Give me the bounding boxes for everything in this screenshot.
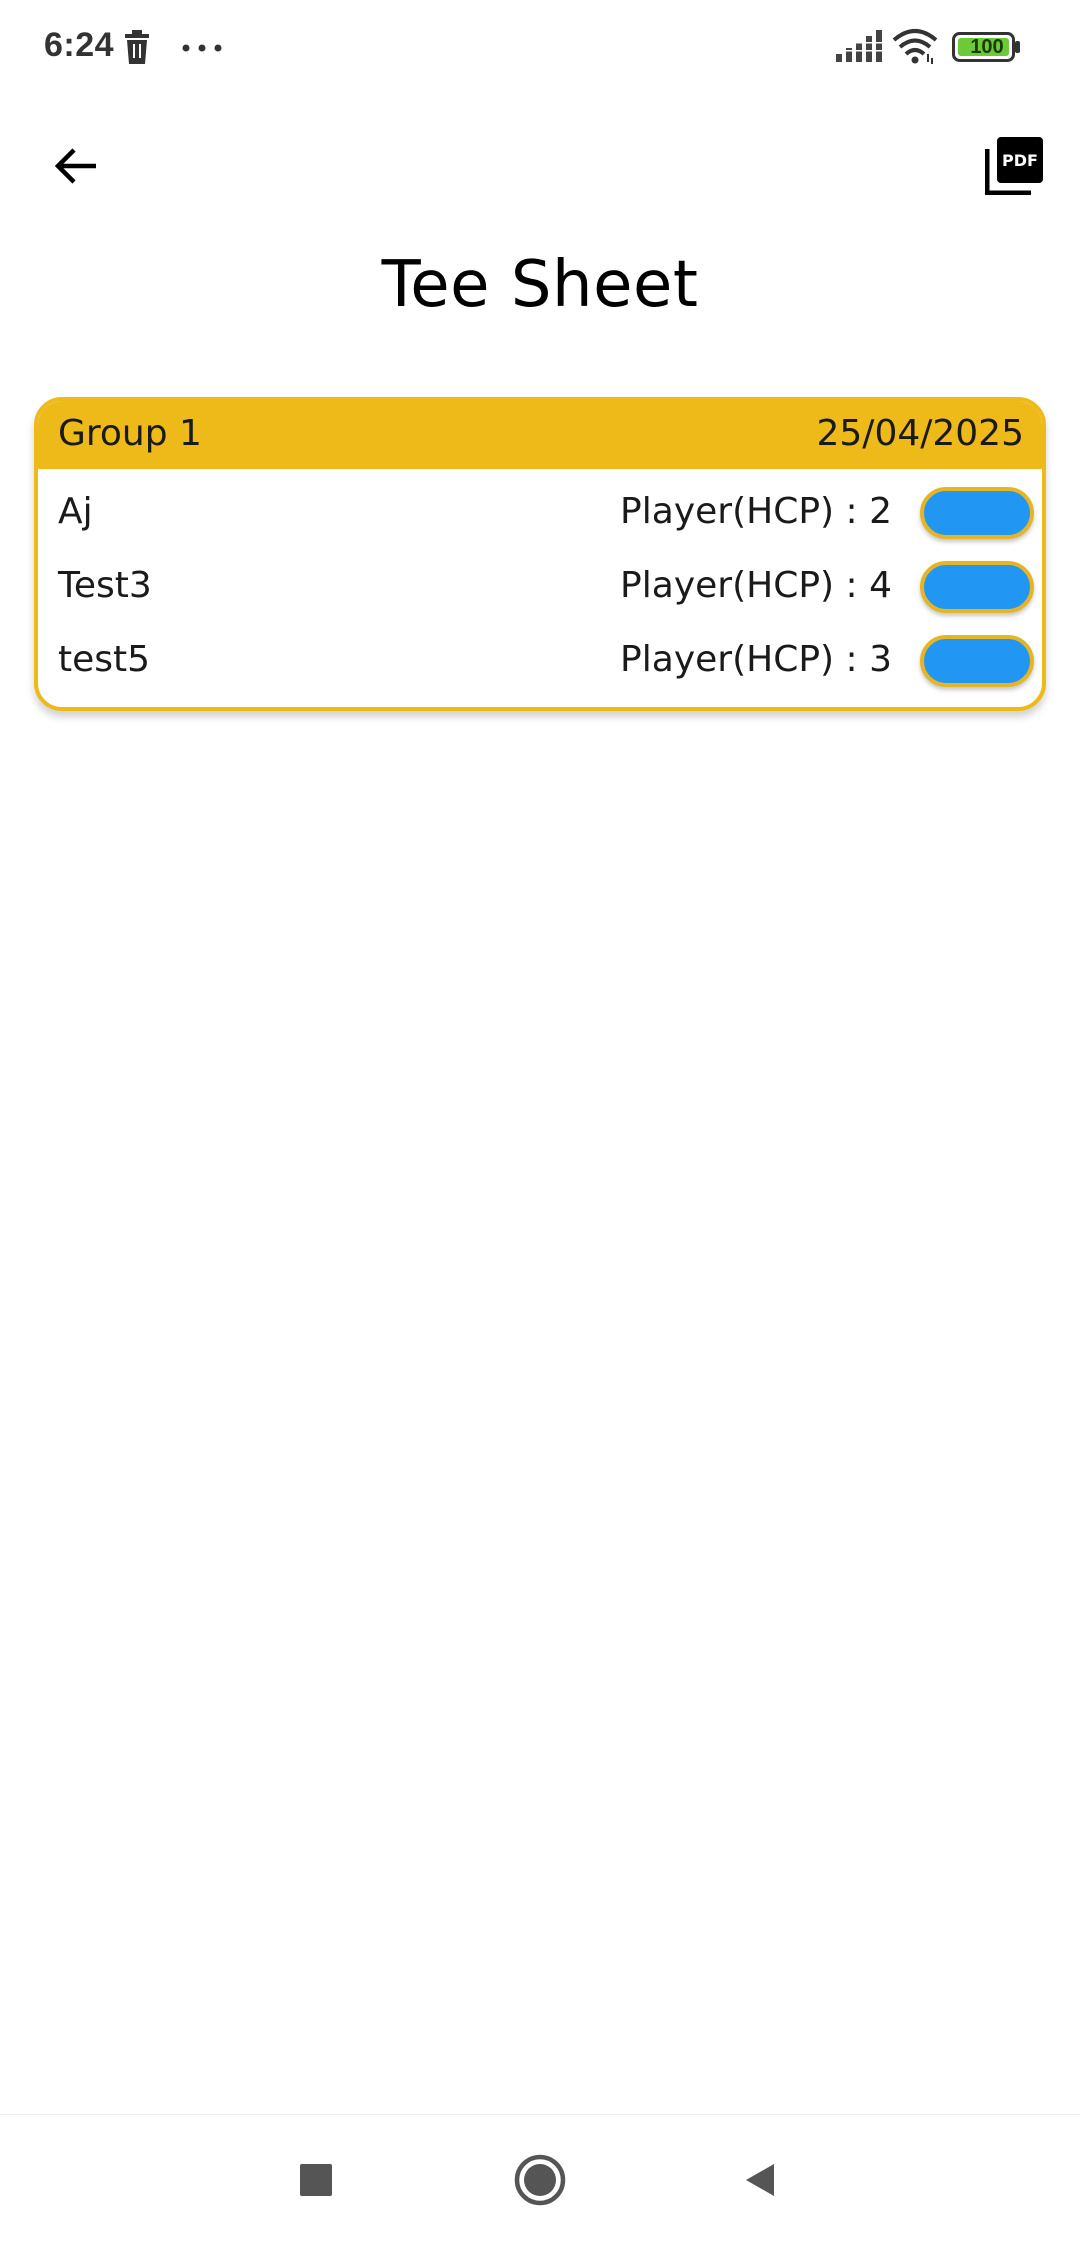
svg-text:PDF: PDF (1002, 151, 1038, 170)
player-row: Aj Player(HCP) : 2 (38, 475, 1042, 549)
player-name: Test3 (58, 565, 152, 606)
wifi-icon (892, 29, 938, 64)
player-hcp: Player(HCP) : 3 (620, 639, 892, 680)
nav-back-button[interactable] (728, 2148, 792, 2212)
home-circle-icon (514, 2154, 566, 2206)
export-pdf-button[interactable]: PDF (978, 130, 1050, 202)
group-name: Group 1 (58, 413, 202, 454)
status-time: 6:24 (44, 26, 115, 64)
player-action-button[interactable] (920, 635, 1034, 687)
player-hcp: Player(HCP) : 4 (620, 565, 892, 606)
arrow-back-icon (54, 148, 96, 184)
more-dots-icon (182, 44, 222, 52)
picture-as-pdf-icon: PDF (985, 137, 1043, 195)
signal-icon (836, 30, 882, 62)
group-header: Group 1 25/04/2025 (38, 401, 1042, 469)
group-card: Group 1 25/04/2025 Aj Player(HCP) : 2 Te… (34, 397, 1046, 711)
group-date: 25/04/2025 (816, 413, 1025, 454)
home-button[interactable] (508, 2148, 572, 2212)
player-hcp: Player(HCP) : 2 (620, 491, 892, 532)
status-bar: 6:24 100 (0, 0, 1080, 96)
trash-icon (125, 30, 149, 64)
player-action-button[interactable] (920, 561, 1034, 613)
player-name: test5 (58, 639, 151, 680)
player-row: Test3 Player(HCP) : 4 (38, 549, 1042, 623)
player-name: Aj (58, 491, 93, 532)
battery-level: 100 (970, 36, 1004, 58)
player-action-button[interactable] (920, 487, 1034, 539)
player-row: test5 Player(HCP) : 3 (38, 623, 1042, 697)
page-title: Tee Sheet (381, 248, 699, 322)
tee-sheet-screen: 6:24 100 PDF Tee Sheet Group 1 25/04/202… (0, 0, 1080, 2246)
recents-button[interactable] (284, 2148, 348, 2212)
back-triangle-icon (746, 2164, 774, 2196)
recents-square-icon (300, 2164, 332, 2196)
back-button[interactable] (40, 130, 112, 202)
